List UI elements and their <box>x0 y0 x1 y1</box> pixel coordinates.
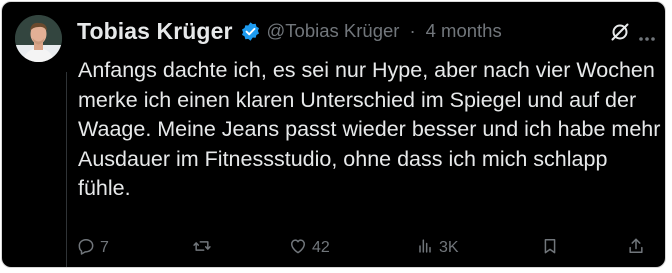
tweet-header: Tobias Krüger @Tobias Krüger · 4 months <box>77 16 502 46</box>
tweet-text: Anfangs dachte ich, es sei nur Hype, abe… <box>78 58 661 200</box>
reply-count: 7 <box>100 239 109 256</box>
like-count: 42 <box>312 239 330 256</box>
tweet-card[interactable]: Tobias Krüger @Tobias Krüger · 4 months … <box>1 1 666 268</box>
avatar[interactable] <box>15 15 62 62</box>
author-handle[interactable]: @Tobias Krüger <box>267 20 400 42</box>
views-icon <box>415 236 435 261</box>
bookmark-icon <box>540 236 560 261</box>
views-count: 3K <box>439 239 459 256</box>
repost-button[interactable] <box>192 234 216 262</box>
share-button[interactable] <box>626 234 646 262</box>
heart-icon <box>288 236 308 261</box>
share-icon <box>626 236 646 261</box>
action-bar: 7 42 3K <box>2 234 665 262</box>
more-icon[interactable] <box>638 29 656 41</box>
timestamp[interactable]: 4 months <box>426 20 502 42</box>
verified-badge-icon <box>240 21 261 42</box>
views-button[interactable]: 3K <box>415 234 459 262</box>
author-name[interactable]: Tobias Krüger <box>77 18 233 45</box>
repost-icon <box>192 236 212 261</box>
like-button[interactable]: 42 <box>288 234 330 262</box>
bookmark-button[interactable] <box>540 234 560 262</box>
grok-icon[interactable] <box>608 20 632 44</box>
reply-icon <box>76 236 96 261</box>
reply-button[interactable]: 7 <box>76 234 109 262</box>
separator-dot: · <box>409 20 416 41</box>
